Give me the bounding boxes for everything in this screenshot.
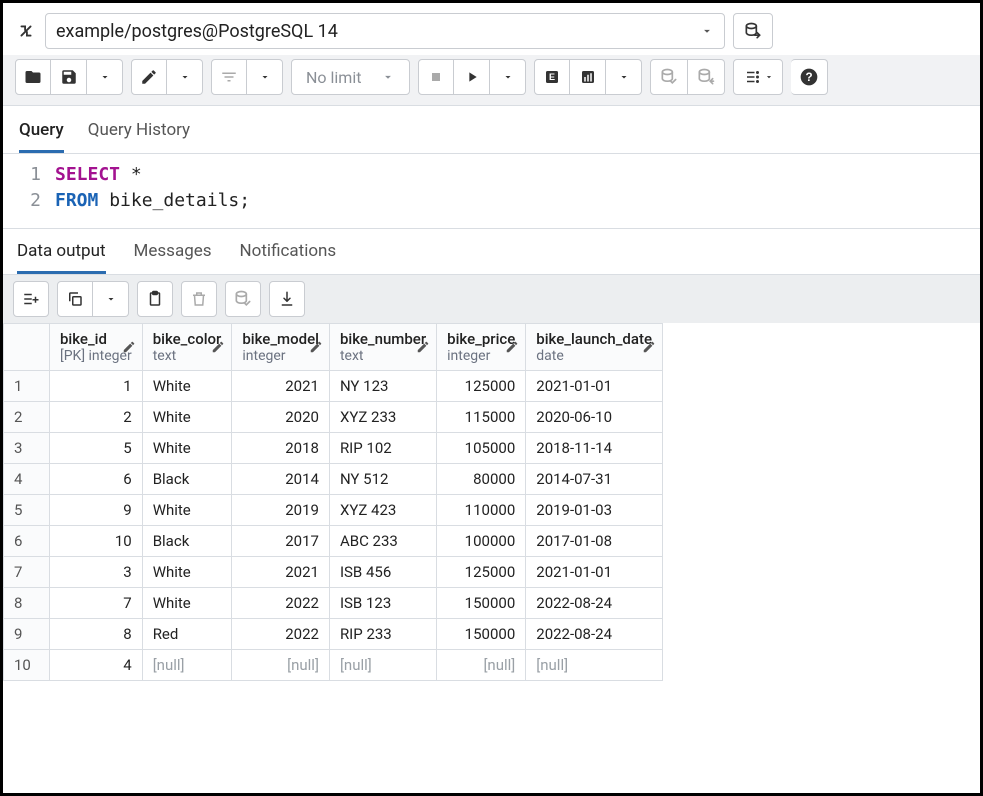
- table-row[interactable]: 59White2019XYZ 4231100002019-01-03: [4, 495, 663, 526]
- filter-dropdown[interactable]: [247, 59, 283, 95]
- open-file-button[interactable]: [15, 59, 51, 95]
- stop-button[interactable]: [418, 59, 454, 95]
- column-header[interactable]: bike_numbertext: [329, 324, 436, 371]
- column-header[interactable]: bike_modelinteger: [232, 324, 330, 371]
- add-row-button[interactable]: [13, 281, 49, 317]
- explain-analyze-button[interactable]: [570, 59, 606, 95]
- new-connection-button[interactable]: [733, 13, 773, 49]
- output-tab[interactable]: Messages: [134, 235, 212, 274]
- column-header[interactable]: bike_launch_datedate: [526, 324, 663, 371]
- execute-button[interactable]: [454, 59, 490, 95]
- connection-status-icon: [15, 20, 37, 42]
- rollback-button[interactable]: [688, 59, 725, 95]
- edit-dropdown[interactable]: [167, 59, 203, 95]
- commit-button[interactable]: [650, 59, 688, 95]
- output-toolbar: [3, 275, 980, 323]
- output-tab[interactable]: Data output: [17, 235, 106, 274]
- table-row[interactable]: 46Black2014NY 512800002014-07-31: [4, 464, 663, 495]
- explain-dropdown[interactable]: [606, 59, 642, 95]
- connection-selected-label: example/postgres@PostgreSQL 14: [56, 21, 700, 42]
- explain-button[interactable]: E: [534, 59, 570, 95]
- table-row[interactable]: 87White2022ISB 1231500002022-08-24: [4, 588, 663, 619]
- pencil-icon: [505, 340, 519, 354]
- help-button[interactable]: ?: [791, 59, 828, 95]
- save-data-button[interactable]: [225, 281, 261, 317]
- table-row[interactable]: 22White2020XYZ 2331150002020-06-10: [4, 402, 663, 433]
- limit-label: No limit: [306, 68, 361, 87]
- column-header[interactable]: bike_priceinteger: [437, 324, 526, 371]
- delete-row-button[interactable]: [181, 281, 217, 317]
- svg-text:E: E: [549, 72, 555, 82]
- pencil-icon: [642, 340, 656, 354]
- pencil-icon: [416, 340, 430, 354]
- output-tab[interactable]: Notifications: [240, 235, 337, 274]
- paste-button[interactable]: [137, 281, 173, 317]
- query-tab[interactable]: Query History: [88, 114, 190, 153]
- table-row[interactable]: 35White2018RIP 1021050002018-11-14: [4, 433, 663, 464]
- query-tab[interactable]: Query: [19, 114, 64, 153]
- output-tabs: Data output Messages Notifications: [3, 228, 980, 275]
- copy-dropdown[interactable]: [93, 281, 129, 317]
- result-grid[interactable]: bike_id[PK] integerbike_colortextbike_mo…: [3, 323, 663, 681]
- table-row[interactable]: 11White2021NY 1231250002021-01-01: [4, 371, 663, 402]
- table-row[interactable]: 104[null][null][null][null][null]: [4, 650, 663, 681]
- query-tabs: Query Query History: [3, 106, 980, 154]
- svg-text:?: ?: [806, 71, 813, 84]
- save-file-dropdown[interactable]: [87, 59, 123, 95]
- pencil-icon: [211, 340, 225, 354]
- save-file-button[interactable]: [51, 59, 87, 95]
- chevron-down-icon: [700, 24, 714, 38]
- connection-select[interactable]: example/postgres@PostgreSQL 14: [45, 13, 725, 49]
- copy-button[interactable]: [57, 281, 93, 317]
- filter-button[interactable]: [211, 59, 247, 95]
- execute-dropdown[interactable]: [490, 59, 526, 95]
- pencil-icon: [122, 340, 136, 354]
- macros-button[interactable]: [733, 59, 783, 95]
- pencil-icon: [309, 340, 323, 354]
- table-row[interactable]: 73White2021ISB 4561250002021-01-01: [4, 557, 663, 588]
- main-toolbar: No limit E: [3, 55, 980, 106]
- limit-select[interactable]: No limit: [291, 59, 410, 95]
- column-header[interactable]: bike_id[PK] integer: [50, 324, 143, 371]
- edit-button[interactable]: [131, 59, 167, 95]
- table-row[interactable]: 98Red2022RIP 2331500002022-08-24: [4, 619, 663, 650]
- sql-editor[interactable]: 12 SELECT *FROM bike_details;: [3, 154, 980, 228]
- column-header[interactable]: bike_colortext: [142, 324, 232, 371]
- table-row[interactable]: 610Black2017ABC 2331000002017-01-08: [4, 526, 663, 557]
- download-button[interactable]: [269, 281, 305, 317]
